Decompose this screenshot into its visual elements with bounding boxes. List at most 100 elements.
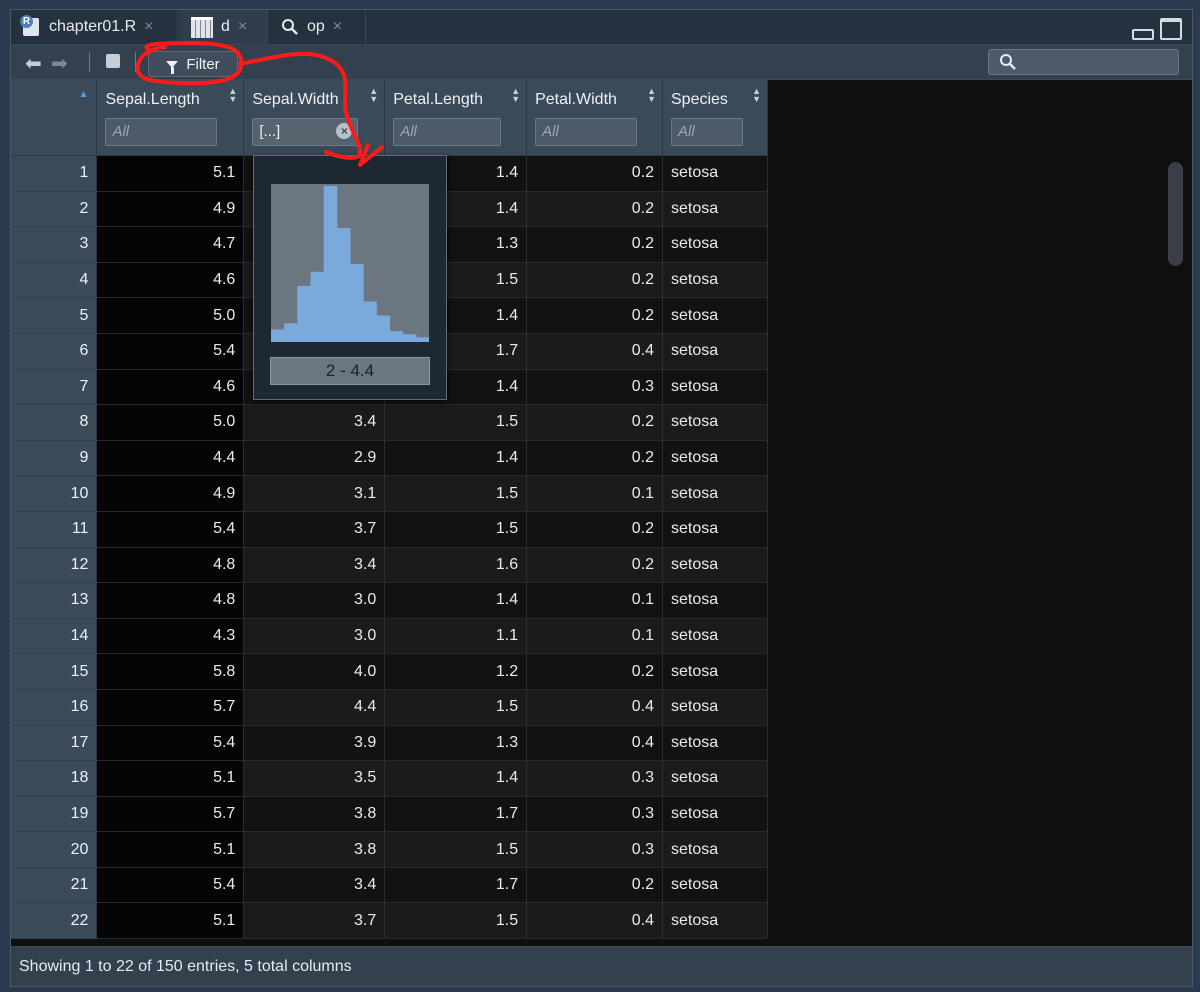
row-number: 1	[11, 155, 98, 192]
clear-filter-icon[interactable]: ×	[336, 123, 353, 139]
tab-d[interactable]: d ×	[179, 10, 268, 44]
minimize-icon[interactable]	[1132, 29, 1154, 40]
histogram-filter-popup[interactable]: 2 - 4.4	[253, 155, 447, 400]
table-cell: 5.1	[96, 902, 245, 940]
filter-range-value[interactable]: 2 - 4.4	[270, 357, 430, 385]
table-cell: 5.4	[96, 725, 245, 762]
tab-chapter01[interactable]: R chapter01.R ×	[11, 10, 178, 44]
table-row[interactable]: 18 5.1 3.5 1.4 0.3 setosa	[11, 760, 768, 797]
table-cell: 3.4	[243, 867, 386, 904]
histogram-bar	[284, 323, 298, 342]
table-row[interactable]: 13 4.8 3.0 1.4 0.1 setosa	[11, 582, 768, 619]
table-row[interactable]: 20 5.1 3.8 1.5 0.3 setosa	[11, 831, 768, 868]
table-cell: setosa	[662, 653, 768, 690]
table-cell: setosa	[662, 297, 768, 334]
table-row[interactable]: 11 5.4 3.7 1.5 0.2 setosa	[11, 511, 768, 548]
table-row[interactable]: 9 4.4 2.9 1.4 0.2 setosa	[11, 440, 768, 477]
table-cell: setosa	[662, 796, 768, 833]
table-row[interactable]: 22 5.1 3.7 1.5 0.4 setosa	[11, 902, 768, 940]
table-cell: 3.9	[243, 725, 386, 762]
table-cell: 1.6	[384, 547, 528, 584]
close-icon[interactable]: ×	[144, 18, 153, 36]
column-filter-input[interactable]: All	[105, 118, 218, 146]
table-cell: setosa	[662, 547, 768, 584]
search-icon	[282, 19, 298, 35]
table-row[interactable]: 12 4.8 3.4 1.6 0.2 setosa	[11, 547, 768, 584]
table-cell: 5.4	[96, 333, 245, 370]
table-cell: 0.2	[526, 155, 663, 192]
search-field[interactable]	[988, 49, 1179, 75]
table-cell: setosa	[662, 475, 768, 512]
table-cell: 0.2	[526, 297, 663, 334]
table-cell: 4.3	[96, 618, 245, 655]
column-filter-input[interactable]: All	[393, 118, 502, 146]
table-cell: 4.7	[96, 226, 245, 263]
table-cell: setosa	[662, 760, 768, 797]
table-row[interactable]: 16 5.7 4.4 1.5 0.4 setosa	[11, 689, 768, 726]
row-number: 4	[11, 262, 98, 299]
table-row[interactable]: 10 4.9 3.1 1.5 0.1 setosa	[11, 475, 768, 512]
column-header-sepal-width[interactable]: Sepal.Width ▲ ▼ [...] ×	[243, 80, 386, 156]
table-cell: 5.4	[96, 511, 245, 548]
column-label: Petal.Width	[535, 91, 617, 108]
table-cell: 3.0	[243, 618, 386, 655]
column-header-petal-width[interactable]: Petal.Width ▲ ▼ All	[526, 80, 663, 156]
table-cell: setosa	[662, 404, 768, 441]
table-row[interactable]: 19 5.7 3.8 1.7 0.3 setosa	[11, 796, 768, 833]
sort-icon[interactable]: ▲ ▼	[752, 87, 761, 104]
table-cell: 0.4	[526, 725, 663, 762]
table-cell: 3.7	[243, 511, 386, 548]
table-row[interactable]: 14 4.3 3.0 1.1 0.1 setosa	[11, 618, 768, 655]
column-header-sepal-length[interactable]: Sepal.Length ▲ ▼ All	[96, 80, 245, 156]
close-icon[interactable]: ×	[333, 18, 342, 36]
table-cell: 4.9	[96, 475, 245, 512]
row-number: 18	[11, 760, 98, 797]
search-icon	[1000, 54, 1016, 70]
back-arrow-icon[interactable]: ⬅	[25, 51, 42, 76]
tab-label: d	[221, 18, 230, 35]
sort-icon[interactable]: ▲ ▼	[647, 87, 656, 104]
table-row[interactable]: 17 5.4 3.9 1.3 0.4 setosa	[11, 725, 768, 762]
row-number: 2	[11, 191, 98, 228]
vertical-scrollbar[interactable]	[1163, 157, 1188, 947]
table-cell: setosa	[662, 440, 768, 477]
maximize-icon[interactable]	[1160, 18, 1182, 40]
column-filter-input[interactable]: All	[535, 118, 638, 146]
table-cell: setosa	[662, 689, 768, 726]
sort-icon[interactable]: ▲ ▼	[228, 87, 237, 104]
table-cell: 5.1	[96, 760, 245, 797]
row-number-header[interactable]: ▲	[11, 80, 98, 156]
table-cell: 0.4	[526, 333, 663, 370]
table-cell: setosa	[662, 867, 768, 904]
table-row[interactable]: 15 5.8 4.0 1.2 0.2 setosa	[11, 653, 768, 690]
table-cell: 0.3	[526, 831, 663, 868]
row-number: 22	[11, 902, 98, 940]
filter-button[interactable]: Filter	[148, 51, 238, 77]
histogram-bar	[336, 228, 351, 342]
table-row[interactable]: 21 5.4 3.4 1.7 0.2 setosa	[11, 867, 768, 904]
table-cell: 5.0	[96, 297, 245, 334]
window-controls	[1132, 18, 1182, 40]
table-cell: 1.5	[384, 475, 528, 512]
histogram-chart[interactable]	[271, 184, 429, 342]
column-header-species[interactable]: Species ▲ ▼ All	[662, 80, 768, 156]
data-viewer-window: R chapter01.R × d × op × ⬅ ➡ Filter ▲ Se…	[10, 9, 1193, 987]
scrollbar-thumb[interactable]	[1168, 162, 1183, 266]
sort-icon[interactable]: ▲ ▼	[511, 87, 520, 104]
search-input[interactable]	[1023, 52, 1175, 72]
popout-icon[interactable]	[106, 54, 120, 68]
column-filter-input[interactable]: All	[671, 118, 743, 146]
column-filter-input[interactable]: [...] ×	[252, 118, 359, 146]
close-icon[interactable]: ×	[238, 18, 247, 36]
table-cell: setosa	[662, 155, 768, 192]
forward-arrow-icon[interactable]: ➡	[51, 51, 68, 76]
table-cell: 1.7	[384, 867, 528, 904]
tab-op[interactable]: op ×	[269, 10, 366, 44]
row-number: 6	[11, 333, 98, 370]
table-row[interactable]: 8 5.0 3.4 1.5 0.2 setosa	[11, 404, 768, 441]
tab-label: chapter01.R	[49, 18, 137, 35]
row-number: 16	[11, 689, 98, 726]
table-cell: 0.4	[526, 689, 663, 726]
column-header-petal-length[interactable]: Petal.Length ▲ ▼ All	[384, 80, 528, 156]
sort-icon[interactable]: ▲ ▼	[369, 87, 378, 104]
